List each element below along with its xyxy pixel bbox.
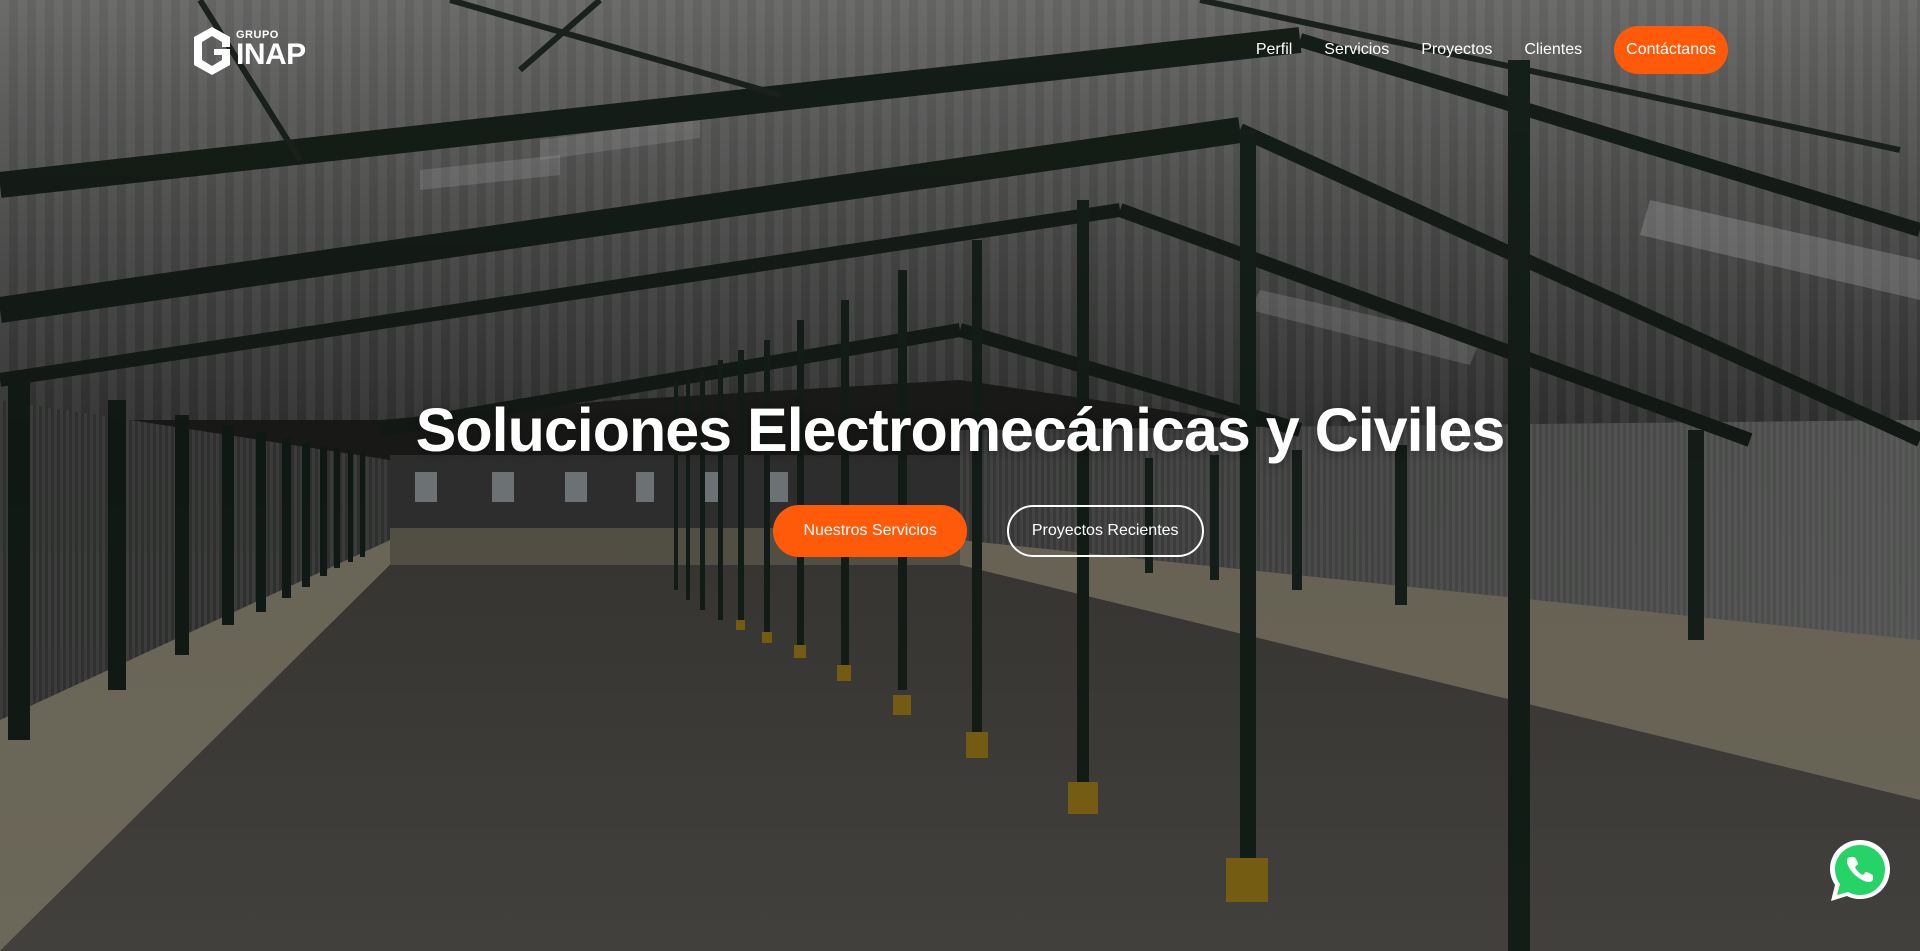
- nav-link-perfil[interactable]: Perfil: [1256, 41, 1292, 59]
- whatsapp-icon: [1830, 840, 1890, 901]
- hero-background: [0, 0, 1920, 951]
- whatsapp-button[interactable]: [1825, 836, 1895, 906]
- recent-projects-button[interactable]: Proyectos Recientes: [1006, 505, 1204, 557]
- our-services-button[interactable]: Nuestros Servicios: [773, 505, 967, 557]
- nav-link-clientes[interactable]: Clientes: [1524, 41, 1582, 59]
- brand-big-text: INAP: [236, 38, 306, 71]
- contact-button[interactable]: Contáctanos: [1614, 25, 1728, 74]
- nav-link-proyectos[interactable]: Proyectos: [1421, 41, 1492, 59]
- main-navigation: Perfil Servicios Proyectos Clientes Cont…: [1256, 25, 1728, 74]
- hero-title: Soluciones Electromecánicas y Civiles: [415, 396, 1506, 464]
- brand-wordmark: GRUPO INAP: [236, 25, 316, 77]
- nav-link-servicios[interactable]: Servicios: [1324, 41, 1389, 59]
- navbar: GRUPO INAP Perfil Servicios Proyectos Cl…: [0, 0, 1920, 100]
- hero-dark-overlay: [0, 0, 1920, 951]
- grupo-inap-logo-mark-icon: [194, 27, 230, 75]
- hero-button-group: Nuestros Servicios Proyectos Recientes: [0, 505, 1920, 557]
- brand-logo[interactable]: GRUPO INAP: [192, 24, 322, 78]
